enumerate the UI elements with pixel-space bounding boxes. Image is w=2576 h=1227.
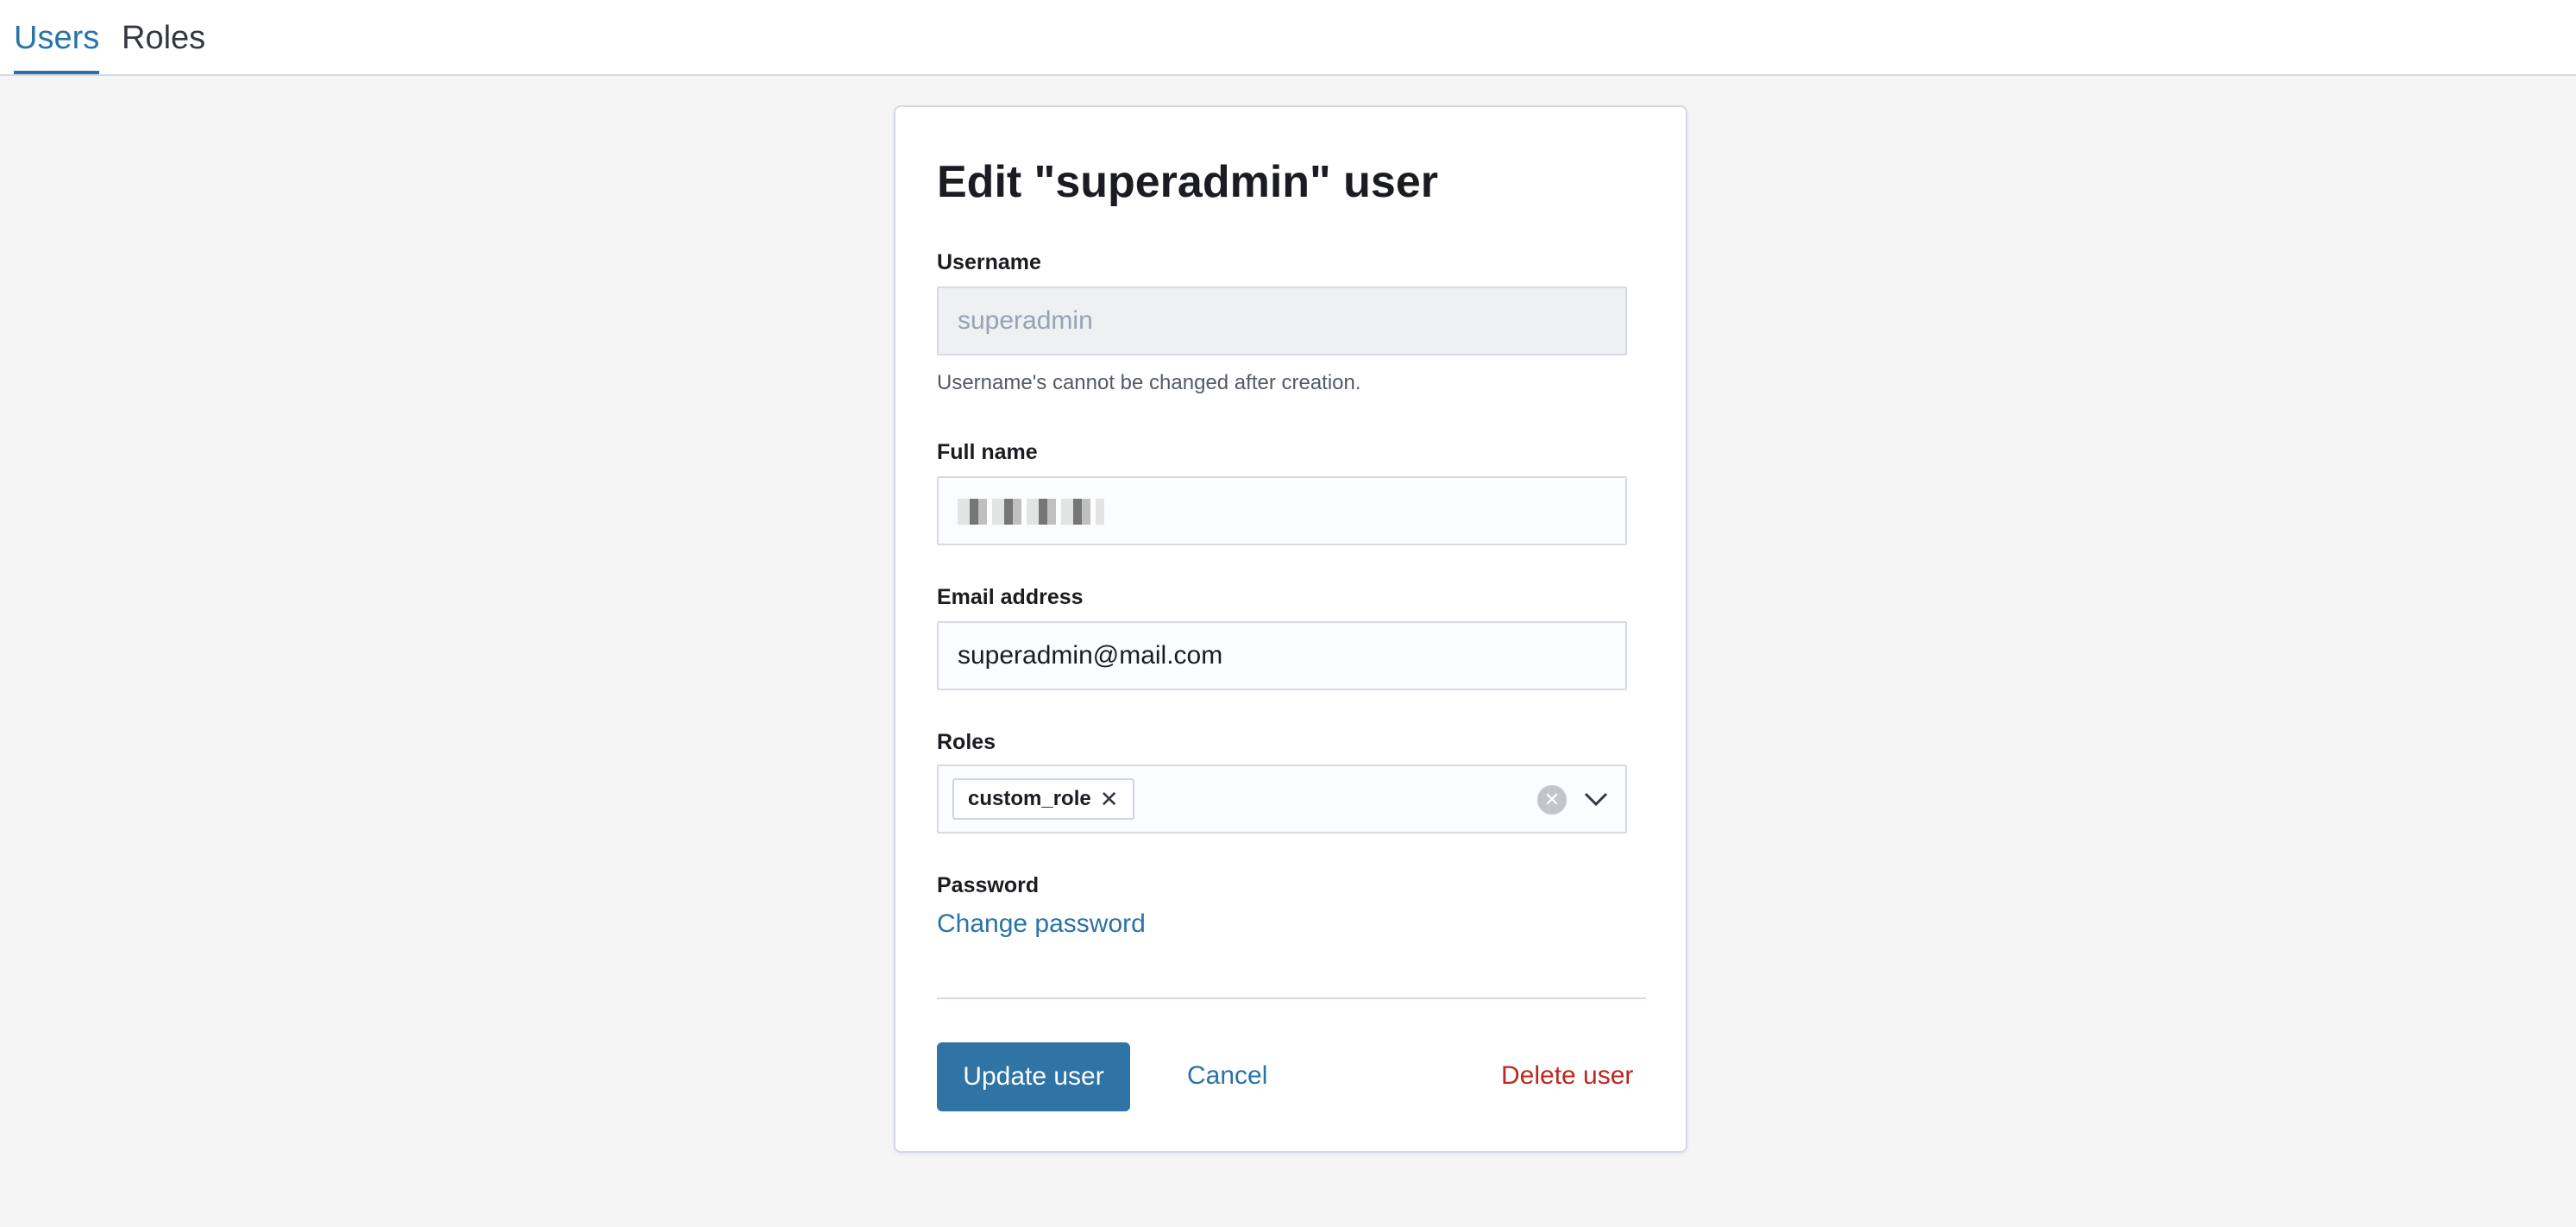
- redacted-full-name: [958, 499, 1104, 525]
- username-field: superadmin: [937, 286, 1627, 356]
- tab-roles[interactable]: Roles: [122, 16, 205, 60]
- roles-combobox[interactable]: custom_role ✕ ✕: [937, 765, 1627, 834]
- password-label: Password: [937, 873, 1040, 897]
- delete-user-button[interactable]: Delete user: [1501, 1061, 1633, 1091]
- remove-role-icon[interactable]: ✕: [1100, 780, 1119, 818]
- tab-bar: Users Roles: [0, 0, 2576, 76]
- chevron-down-icon[interactable]: [1579, 782, 1613, 816]
- tab-users[interactable]: Users: [14, 16, 100, 74]
- clear-circle-icon[interactable]: ✕: [1537, 785, 1567, 815]
- role-chip: custom_role ✕: [952, 778, 1134, 820]
- email-field[interactable]: superadmin@mail.com: [937, 621, 1627, 690]
- role-chip-label: custom_role: [968, 787, 1091, 810]
- edit-user-panel: Edit "superadmin" user Username superadm…: [894, 105, 1687, 1153]
- username-value: superadmin: [958, 306, 1093, 335]
- email-label: Email address: [937, 585, 1084, 609]
- email-value: superadmin@mail.com: [958, 641, 1223, 670]
- cancel-button[interactable]: Cancel: [1187, 1061, 1267, 1091]
- update-user-button[interactable]: Update user: [937, 1042, 1130, 1111]
- full-name-label: Full name: [937, 440, 1038, 464]
- full-name-field[interactable]: [937, 476, 1627, 545]
- username-label: Username: [937, 250, 1041, 274]
- page-title: Edit "superadmin" user: [937, 157, 1438, 207]
- divider: [937, 997, 1646, 999]
- roles-label: Roles: [937, 730, 996, 754]
- change-password-link[interactable]: Change password: [937, 909, 1146, 939]
- username-help-text: Username's cannot be changed after creat…: [937, 371, 1361, 394]
